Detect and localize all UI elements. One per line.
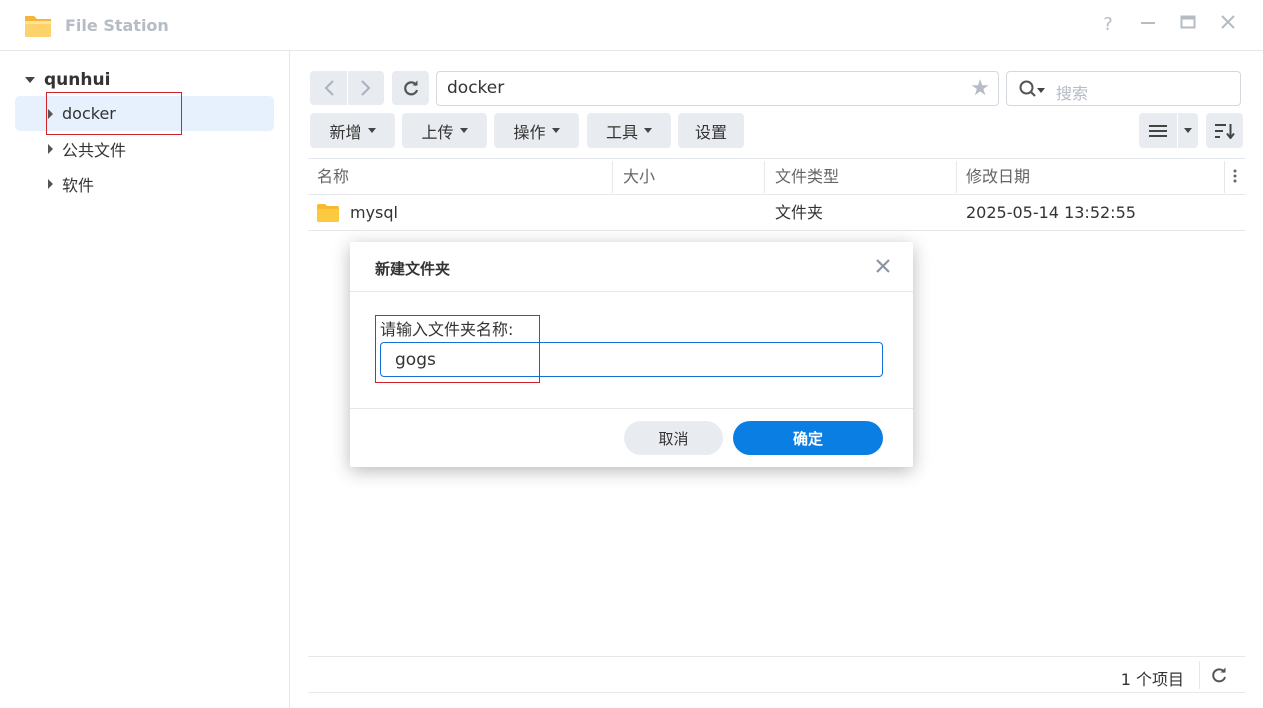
- search-input[interactable]: 搜索: [1006, 71, 1241, 106]
- refresh-button[interactable]: [392, 71, 429, 105]
- settings-button-label: 设置: [694, 122, 727, 142]
- column-divider[interactable]: [764, 161, 765, 193]
- chevron-right-icon: [361, 80, 371, 96]
- folder-tree: qunhui docker 公共文件 软件: [0, 51, 290, 708]
- column-modified[interactable]: 修改日期: [957, 159, 1030, 194]
- column-divider[interactable]: [612, 161, 613, 193]
- ok-button[interactable]: 确定: [733, 421, 883, 455]
- chevron-down-icon: [1184, 128, 1192, 133]
- new-folder-dialog: 新建文件夹 请输入文件夹名称: 取消 确定: [350, 242, 913, 467]
- list-icon: [1149, 124, 1167, 137]
- dialog-divider: [350, 408, 913, 409]
- dialog-title: 新建文件夹: [375, 260, 451, 278]
- expand-arrow-icon[interactable]: [25, 77, 35, 83]
- view-dropdown-button[interactable]: [1178, 113, 1198, 148]
- row-modified: 2025-05-14 13:52:55: [966, 203, 1136, 222]
- tree-item-label: docker: [62, 104, 116, 123]
- folder-icon: [317, 204, 339, 222]
- window-title: File Station: [65, 16, 169, 35]
- path-text: docker: [447, 78, 505, 98]
- chevron-left-icon: [324, 80, 334, 96]
- upload-button-label: 上传: [421, 122, 454, 142]
- actions-button-label: 操作: [513, 122, 546, 142]
- chevron-down-icon: [551, 128, 560, 133]
- maximize-icon[interactable]: [1177, 14, 1199, 36]
- table-row[interactable]: mysql 文件夹 2025-05-14 13:52:55: [308, 195, 1245, 231]
- nav-buttons: [310, 71, 384, 105]
- chevron-down-icon: [459, 128, 468, 133]
- row-type: 文件夹: [775, 203, 824, 222]
- actions-button[interactable]: 操作: [494, 113, 579, 148]
- new-button[interactable]: 新增: [310, 113, 395, 148]
- collapse-arrow-icon[interactable]: [48, 108, 53, 119]
- column-size[interactable]: 大小: [614, 159, 655, 194]
- search-placeholder: 搜索: [1056, 84, 1089, 103]
- tree-root[interactable]: qunhui: [25, 68, 110, 92]
- footer-divider: [1199, 661, 1200, 689]
- list-view-button[interactable]: [1139, 113, 1177, 148]
- item-count: 1 个项目: [1120, 670, 1184, 689]
- tree-root-label: qunhui: [44, 70, 111, 90]
- status-bar: 1 个项目: [308, 656, 1245, 693]
- table-header: 名称 大小 文件类型 修改日期: [308, 158, 1245, 195]
- path-field[interactable]: docker ★: [436, 71, 999, 106]
- tree-item-label: 公共文件: [62, 140, 127, 160]
- star-icon[interactable]: ★: [970, 72, 990, 105]
- tools-button[interactable]: 工具: [587, 113, 671, 148]
- folder-name-input[interactable]: [380, 342, 883, 377]
- row-name[interactable]: mysql: [350, 195, 398, 231]
- column-menu-icon[interactable]: [1232, 167, 1238, 189]
- title-bar: File Station ?: [0, 0, 1263, 51]
- search-dropdown-icon[interactable]: [1037, 88, 1045, 93]
- upload-button[interactable]: 上传: [402, 113, 487, 148]
- column-type[interactable]: 文件类型: [766, 159, 839, 194]
- collapse-arrow-icon[interactable]: [48, 143, 53, 154]
- refresh-icon: [403, 80, 418, 96]
- dialog-close-icon[interactable]: [876, 254, 890, 279]
- tree-item-software[interactable]: 软件: [15, 166, 274, 201]
- forward-button[interactable]: [347, 71, 384, 105]
- column-name[interactable]: 名称: [308, 159, 349, 194]
- minimize-icon[interactable]: [1137, 14, 1159, 36]
- tree-item-public-files[interactable]: 公共文件: [15, 131, 274, 166]
- close-icon[interactable]: [1217, 14, 1239, 36]
- new-button-label: 新增: [329, 122, 362, 142]
- folder-name-label: 请输入文件夹名称:: [380, 320, 514, 339]
- cancel-button[interactable]: 取消: [624, 421, 723, 455]
- tree-item-docker[interactable]: docker: [15, 96, 274, 131]
- chevron-down-icon: [367, 128, 376, 133]
- back-button[interactable]: [310, 71, 347, 105]
- sort-button[interactable]: [1206, 113, 1243, 148]
- settings-button[interactable]: 设置: [678, 113, 744, 148]
- question-icon[interactable]: ?: [1097, 14, 1119, 36]
- refresh-icon[interactable]: [1210, 666, 1228, 684]
- column-divider: [1224, 161, 1225, 193]
- sort-icon: [1214, 123, 1235, 139]
- dialog-divider: [350, 291, 913, 292]
- collapse-arrow-icon[interactable]: [48, 178, 53, 189]
- folder-app-icon: [25, 16, 51, 37]
- tree-item-label: 软件: [62, 175, 95, 195]
- chevron-down-icon: [644, 128, 652, 133]
- tools-button-label: 工具: [605, 122, 638, 142]
